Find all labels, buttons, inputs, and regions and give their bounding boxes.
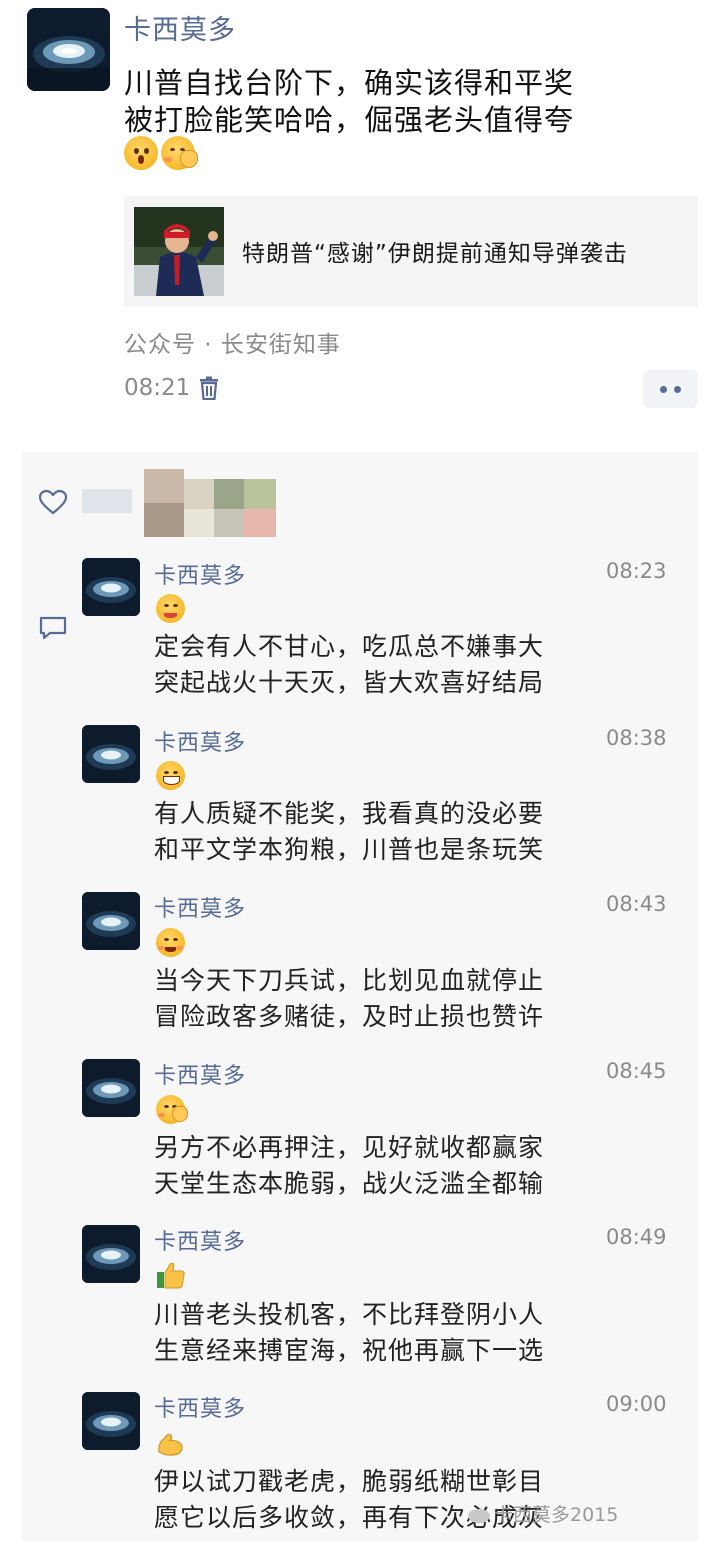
comment-author[interactable]: 卡西莫多 — [154, 1058, 246, 1090]
comment-text-line: 川普老头投机客，不比拜登阴小人 — [154, 1300, 545, 1329]
comment-author[interactable]: 卡西莫多 — [154, 725, 246, 757]
comment-time: 08:45 — [606, 1059, 667, 1083]
thumbs-up-emoji — [157, 1262, 185, 1289]
comment-avatar[interactable] — [82, 1059, 140, 1117]
shared-article-card[interactable]: 特朗普“感谢”伊朗提前通知导弹袭击 — [124, 196, 698, 307]
flexed-biceps-emoji — [158, 1433, 183, 1456]
hand-over-mouth-emoji — [156, 1095, 188, 1124]
watermark: 卡西莫多2015 — [468, 1500, 618, 1527]
comment-text-line: 定会有人不甘心，吃瓜总不嫌事大 — [154, 632, 545, 661]
liker-avatars-blurred[interactable] — [82, 465, 277, 538]
comment-text-line: 和平文学本狗粮，川普也是条玩笑 — [154, 835, 545, 864]
comment-text-line: 突起战火十天灭，皆大欢喜好结局 — [154, 668, 545, 697]
post-text-line: 被打脸能笑哈哈，倔强老头值得夸 — [124, 103, 575, 137]
article-title[interactable]: 特朗普“感谢”伊朗提前通知导弹袭击 — [242, 234, 628, 268]
post-timestamp: 08:21 — [124, 375, 191, 401]
post-text-line: 川普自找台阶下，确实该得和平奖 — [124, 66, 575, 100]
smile-emoji — [156, 928, 185, 957]
post-author-name[interactable]: 卡西莫多 — [124, 8, 236, 47]
comment-avatar[interactable] — [82, 558, 140, 616]
comment-avatar[interactable] — [82, 1392, 140, 1450]
grin-emoji — [156, 761, 185, 790]
more-dots-icon[interactable] — [643, 370, 698, 408]
comment-text-line: 天堂生态本脆弱，战火泛滥全都输 — [154, 1169, 545, 1198]
comment-author[interactable]: 卡西莫多 — [154, 1224, 246, 1256]
post-emoji-row — [124, 136, 198, 170]
comment-text-line: 当今天下刀兵试，比划见血就停止 — [154, 966, 545, 995]
comment-text-line: 生意经来搏宦海，祝他再赢下一选 — [154, 1336, 545, 1365]
comment-time: 08:38 — [606, 726, 667, 750]
astonished-emoji — [124, 136, 158, 170]
article-thumbnail — [134, 207, 224, 296]
watermark-logo-icon — [468, 1508, 490, 1523]
comment-time: 08:23 — [606, 559, 667, 583]
comment-text-line: 有人质疑不能奖，我看真的没必要 — [154, 799, 545, 828]
comment-author[interactable]: 卡西莫多 — [154, 1391, 246, 1423]
comment-author[interactable]: 卡西莫多 — [154, 558, 246, 590]
comment-text-line: 伊以试刀戳老虎，脆弱纸糊世彰目 — [154, 1467, 545, 1496]
comment-text-line: 另方不必再押注，见好就收都赢家 — [154, 1133, 545, 1162]
comment-time: 08:43 — [606, 892, 667, 916]
comment-avatar[interactable] — [82, 1225, 140, 1283]
trash-icon[interactable] — [198, 376, 220, 400]
author-avatar[interactable] — [27, 8, 110, 91]
comment-text-line: 冒险政客多赌徒，及时止损也赞许 — [154, 1002, 545, 1031]
article-source[interactable]: 公众号 · 长安街知事 — [124, 325, 341, 359]
heart-outline-icon[interactable] — [38, 489, 68, 515]
comment-author[interactable]: 卡西莫多 — [154, 891, 246, 923]
comment-time: 08:49 — [606, 1225, 667, 1249]
hand-over-mouth-emoji — [161, 136, 198, 170]
comment-bubble-icon[interactable] — [38, 615, 68, 641]
comment-avatar[interactable] — [82, 892, 140, 950]
comment-time: 09:00 — [606, 1392, 667, 1416]
comment-avatar[interactable] — [82, 725, 140, 783]
smirk-emoji — [156, 594, 185, 623]
